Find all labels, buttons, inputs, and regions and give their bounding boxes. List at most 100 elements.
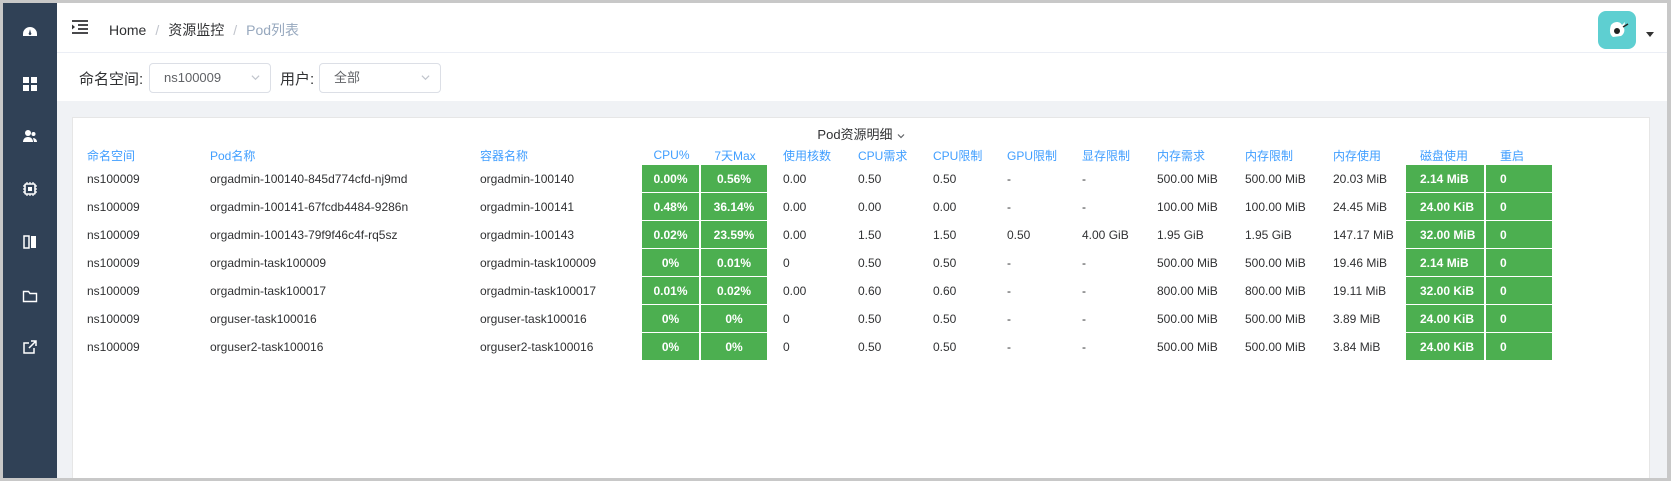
table-cell: - <box>1007 200 1011 214</box>
table-cell: orguser2-task100016 <box>480 340 594 354</box>
table-cell: 500.00 MiB <box>1245 312 1306 326</box>
table-row: ns100009 orgadmin-task100017 orgadmin-task… <box>73 277 1554 305</box>
user-label: 用户: <box>280 71 315 88</box>
column-header[interactable]: CPU% <box>642 145 701 165</box>
column-header[interactable]: Pod名称 <box>196 145 466 165</box>
table-cell: orguser-task100016 <box>480 312 587 326</box>
column-header[interactable]: 内存使用 <box>1319 145 1406 165</box>
table-cell: 0.02% <box>642 221 701 249</box>
column-header[interactable]: 容器名称 <box>466 145 642 165</box>
sidebar-item-compare[interactable] <box>3 222 57 262</box>
sidebar-item-grid[interactable] <box>3 64 57 104</box>
dashboard-icon <box>23 27 37 36</box>
table-row: ns100009 orgadmin-100143-79f9f46c4f-rq5sz… <box>73 221 1554 249</box>
table-cell: 0.50 <box>858 340 882 354</box>
folder-icon <box>22 290 38 303</box>
table-cell: 0.00 <box>783 228 807 242</box>
sidebar <box>3 3 57 478</box>
menu-toggle-icon[interactable] <box>71 19 89 35</box>
user-select[interactable]: 全部 <box>319 63 441 93</box>
table-cell: 1.50 <box>858 228 882 242</box>
table-cell: 19.46 MiB <box>1333 256 1388 270</box>
table-cell: 24.45 MiB <box>1333 200 1388 214</box>
table-cell: 147.17 MiB <box>1333 228 1394 242</box>
table-cell: orgadmin-task100009 <box>210 256 327 270</box>
pod-detail-card: Pod资源明细 命名空间 Pod名称 容器名称 CPU% 7天Max 使用核数 … <box>72 117 1650 478</box>
sidebar-item-dashboard[interactable] <box>3 12 57 52</box>
table-cell: orgadmin-100141-67fcdb4484-9286n <box>210 200 409 214</box>
column-header[interactable]: 命名空间 <box>73 145 196 165</box>
table-cell: ns100009 <box>87 172 140 186</box>
table-cell: 0.00 <box>783 172 807 186</box>
table-cell: - <box>1007 172 1011 186</box>
table-cell: 24.00 KiB <box>1406 305 1486 333</box>
table-cell: 0 <box>1486 277 1554 305</box>
table-cell: 24.00 KiB <box>1406 333 1486 361</box>
breadcrumb-separator: / <box>233 22 238 38</box>
table-cell: 500.00 MiB <box>1157 340 1218 354</box>
table-cell: - <box>1082 312 1086 326</box>
table-cell: ns100009 <box>87 228 140 242</box>
table-cell: orguser-task100016 <box>210 312 317 326</box>
table-cell: orgadmin-task100017 <box>210 284 327 298</box>
card-title[interactable]: Pod资源明细 <box>73 124 1649 143</box>
sidebar-item-users[interactable] <box>3 116 57 156</box>
breadcrumb-section[interactable]: 资源监控 <box>168 20 224 40</box>
filter-bar: 命名空间: ns100009 用户: 全部 <box>57 54 1667 101</box>
column-header[interactable]: 使用核数 <box>769 145 844 165</box>
breadcrumb-home[interactable]: Home <box>109 22 146 38</box>
table-cell: orgadmin-100143-79f9f46c4f-rq5sz <box>210 228 398 242</box>
table-cell: 0 <box>1486 249 1554 277</box>
table-cell: 0.00 <box>783 200 807 214</box>
table-row: ns100009 orgadmin-100141-67fcdb4484-9286n… <box>73 193 1554 221</box>
table-cell: orgadmin-task100009 <box>480 256 597 270</box>
column-header[interactable]: 7天Max <box>701 145 769 165</box>
column-header[interactable]: 磁盘使用 <box>1406 145 1486 165</box>
table-cell: ns100009 <box>87 256 140 270</box>
sidebar-item-nodes[interactable] <box>3 169 57 209</box>
table-cell: - <box>1082 200 1086 214</box>
avatar[interactable] <box>1598 11 1636 49</box>
table-cell: 0.50 <box>858 312 882 326</box>
breadcrumb: Home / 资源监控 / Pod列表 <box>109 20 299 40</box>
column-header[interactable]: GPU限制 <box>993 145 1068 165</box>
table-cell: 19.11 MiB <box>1333 284 1387 298</box>
table-cell: 500.00 MiB <box>1157 256 1218 270</box>
sidebar-item-external[interactable] <box>3 327 57 367</box>
namespace-select[interactable]: ns100009 <box>149 63 271 93</box>
column-header[interactable]: 重启 <box>1486 145 1554 165</box>
table-cell: 0 <box>1486 193 1554 221</box>
table-cell: 0.50 <box>858 256 882 270</box>
users-icon <box>23 130 37 142</box>
table-cell: 0.48% <box>642 193 701 221</box>
top-navbar: Home / 资源监控 / Pod列表 <box>57 3 1667 53</box>
table-cell: 500.00 MiB <box>1157 172 1218 186</box>
table-cell: 2.14 MiB <box>1406 165 1486 193</box>
table-cell: 800.00 MiB <box>1157 284 1218 298</box>
column-header[interactable]: CPU需求 <box>844 145 919 165</box>
column-header[interactable]: 内存限制 <box>1231 145 1319 165</box>
table-cell: 0.50 <box>858 172 882 186</box>
caret-down-icon[interactable] <box>1646 32 1654 37</box>
table-cell: 800.00 MiB <box>1245 284 1306 298</box>
table-cell: ns100009 <box>87 284 140 298</box>
table-cell: - <box>1082 172 1086 186</box>
table-cell: 500.00 MiB <box>1245 172 1306 186</box>
table-cell: 0% <box>701 333 769 361</box>
table-cell: 0 <box>1486 305 1554 333</box>
column-header[interactable]: 显存限制 <box>1068 145 1143 165</box>
table-cell: 1.95 GiB <box>1245 228 1292 242</box>
table-cell: 0.50 <box>933 340 957 354</box>
table-cell: 0.50 <box>1007 228 1031 242</box>
table-cell: 0.50 <box>933 256 957 270</box>
column-header[interactable]: 内存需求 <box>1143 145 1231 165</box>
table-cell: 0.01% <box>642 277 701 305</box>
table-cell: 36.14% <box>701 193 769 221</box>
table-cell: orguser2-task100016 <box>210 340 324 354</box>
sidebar-item-files[interactable] <box>3 276 57 316</box>
external-link-icon <box>23 340 37 354</box>
table-cell: orgadmin-task100017 <box>480 284 597 298</box>
column-header[interactable]: CPU限制 <box>919 145 993 165</box>
table-cell: 0.00 <box>783 284 807 298</box>
table-cell: 100.00 MiB <box>1157 200 1218 214</box>
